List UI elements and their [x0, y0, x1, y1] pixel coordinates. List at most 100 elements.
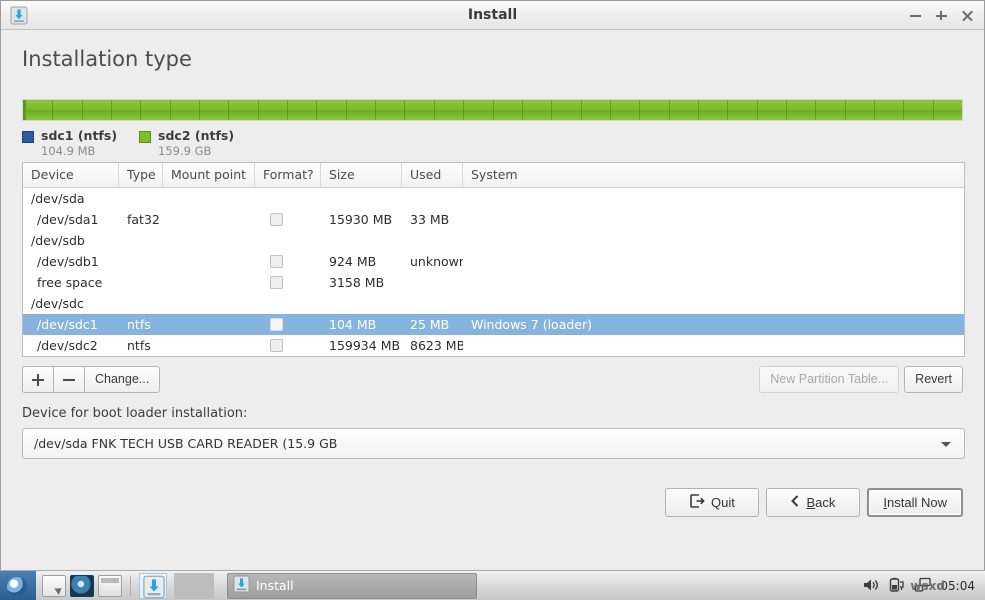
new-partition-table-button[interactable]: New Partition Table...: [759, 366, 900, 393]
cell-device: /dev/sdc: [31, 296, 84, 311]
format-checkbox[interactable]: [270, 255, 283, 268]
title-bar: Install: [1, 1, 984, 30]
cell-format: [255, 339, 321, 352]
cell-format: [255, 255, 321, 268]
taskbar-placeholder: [174, 572, 214, 599]
clock[interactable]: wsxd 05:04: [910, 579, 975, 593]
bootloader-label: Device for boot loader installation:: [22, 406, 248, 421]
cell-type: ntfs: [127, 317, 151, 332]
page-header: Installation type: [1, 30, 984, 96]
minimize-button[interactable]: [909, 9, 922, 22]
web-browser-icon[interactable]: [70, 574, 94, 597]
table-row[interactable]: /dev/sdc: [23, 293, 964, 314]
taskbar-window-install[interactable]: Install: [227, 572, 477, 599]
table-row[interactable]: /dev/sda1 fat32 15930 MB 33 MB: [23, 209, 964, 230]
column-header-system[interactable]: System: [463, 163, 963, 187]
cell-system: Windows 7 (loader): [471, 317, 592, 332]
taskbar-separator: [130, 575, 131, 596]
file-manager-icon[interactable]: [42, 574, 66, 597]
partition-bar-segment: [52, 100, 54, 120]
partition-bar-segment: [169, 100, 171, 120]
change-partition-button[interactable]: Change...: [84, 366, 161, 393]
legend-partition-size: 104.9 MB: [41, 144, 96, 158]
start-menu-button[interactable]: [0, 570, 36, 600]
column-header-size[interactable]: Size: [321, 163, 402, 187]
taskbar-launchers: [36, 571, 220, 600]
partition-bar-segment: [756, 100, 758, 120]
content-area: sdc1 (ntfs) 104.9 MB sdc2 (ntfs) 159.9 GB D…: [1, 99, 984, 459]
partition-bar-segment: [551, 100, 553, 120]
partition-bar-segment: [287, 100, 289, 120]
window-title: Install: [467, 7, 518, 23]
partition-bar-segment: [492, 100, 494, 120]
minus-icon: [54, 367, 84, 392]
partition-bar-segment: [727, 100, 729, 120]
cell-device: free space: [37, 275, 103, 290]
partition-bar-segment: [257, 100, 259, 120]
table-row[interactable]: /dev/sdb: [23, 230, 964, 251]
partition-bar-segment: [609, 100, 611, 120]
quit-button[interactable]: Quit: [665, 488, 760, 517]
cell-device: /dev/sdb: [31, 233, 85, 248]
back-button[interactable]: Back: [766, 488, 861, 517]
back-button-accel: B: [806, 495, 816, 510]
cell-device: /dev/sdb1: [37, 254, 99, 269]
window-controls: [909, 1, 974, 30]
cell-format: [255, 213, 321, 226]
battery-icon[interactable]: [888, 577, 905, 594]
partition-bar-segment: [668, 100, 670, 120]
exit-icon: [690, 494, 705, 511]
table-row[interactable]: free space 3158 MB: [23, 272, 964, 293]
format-checkbox[interactable]: [270, 213, 283, 226]
cell-device: /dev/sdc2: [37, 338, 98, 353]
remove-partition-button[interactable]: [53, 366, 84, 393]
cell-used: 8623 MB: [410, 338, 463, 353]
partition-bar-segment: [639, 100, 641, 120]
back-button-label: ack: [815, 495, 836, 510]
column-header-device[interactable]: Device: [23, 163, 119, 187]
column-header-mount-point[interactable]: Mount point: [163, 163, 255, 187]
volume-icon[interactable]: [862, 577, 879, 594]
legend-partition-name: sdc1 (ntfs): [41, 128, 118, 143]
table-row[interactable]: /dev/sdb1 924 MB unknown: [23, 251, 964, 272]
partition-bar-segment: [375, 100, 377, 120]
close-button[interactable]: [961, 9, 974, 22]
cell-size: 104 MB: [329, 317, 377, 332]
revert-button[interactable]: Revert: [904, 366, 963, 393]
partition-bar-segment: [873, 100, 875, 120]
cell-size: 15930 MB: [329, 212, 393, 227]
legend-item: sdc1 (ntfs) 104.9 MB: [22, 128, 117, 159]
partition-bar-segment: [199, 100, 201, 120]
column-header-format[interactable]: Format?: [255, 163, 321, 187]
chevron-down-icon: [941, 442, 951, 447]
partition-bar-segment: [316, 100, 318, 120]
table-row[interactable]: /dev/sdc2 ntfs 159934 MB 8623 MB: [23, 335, 964, 356]
cell-size: 924 MB: [329, 254, 377, 269]
terminal-icon[interactable]: [98, 574, 122, 597]
cell-size: 159934 MB: [329, 338, 401, 353]
cell-device: /dev/sda1: [37, 212, 99, 227]
format-checkbox[interactable]: [270, 339, 283, 352]
add-partition-button[interactable]: [22, 366, 53, 393]
format-checkbox[interactable]: [270, 318, 283, 331]
plus-icon: [23, 367, 53, 392]
partition-table[interactable]: Device Type Mount point Format? Size Use…: [22, 162, 965, 357]
bootloader-device-select[interactable]: /dev/sda FNK TECH USB CARD READER (15.9 …: [22, 428, 965, 459]
column-header-type[interactable]: Type: [119, 163, 163, 187]
maximize-button[interactable]: [935, 9, 948, 22]
cell-used: 33 MB: [410, 212, 450, 227]
format-checkbox[interactable]: [270, 276, 283, 289]
table-row-selected[interactable]: /dev/sdc1 ntfs 104 MB 25 MB Windows 7 (loade…: [23, 314, 964, 335]
system-tray: wsxd 05:04: [862, 577, 985, 594]
install-now-button[interactable]: Install Now: [867, 488, 963, 517]
install-launcher-icon[interactable]: [139, 572, 167, 599]
table-actions-right: New Partition Table... Revert: [759, 366, 963, 393]
partition-bar-segment: [521, 100, 523, 120]
partition-bar-cap: [23, 100, 26, 120]
partition-bar-segment: [111, 100, 113, 120]
column-header-used[interactable]: Used: [402, 163, 463, 187]
table-row[interactable]: /dev/sda: [23, 188, 964, 209]
footer-buttons: Quit Back Install Now: [665, 488, 963, 517]
partition-bar-segment: [815, 100, 817, 120]
cell-device: /dev/sda: [31, 191, 85, 206]
